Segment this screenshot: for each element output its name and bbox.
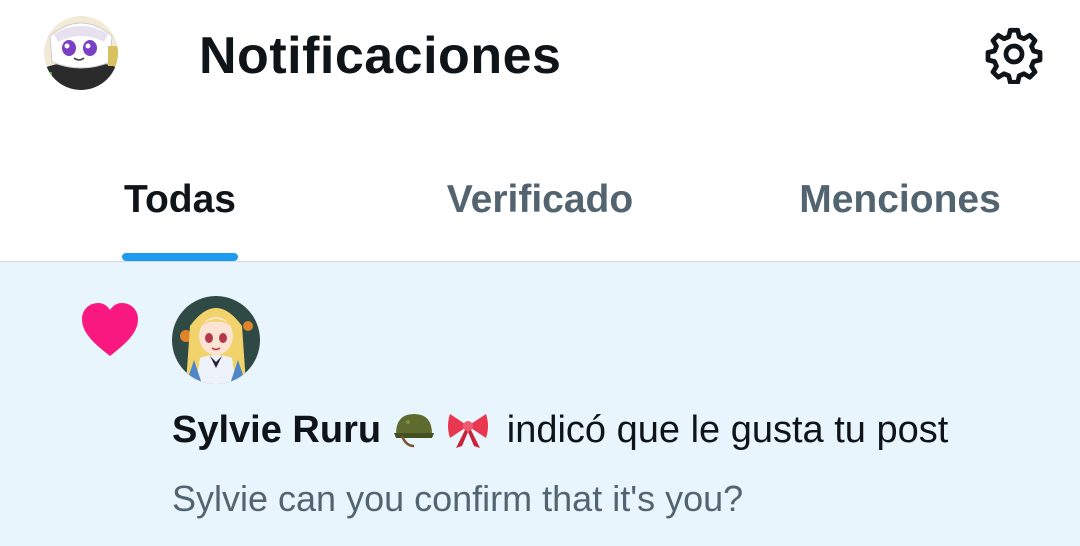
- header: Notificaciones: [0, 0, 1080, 112]
- post-preview-text: Sylvie can you confirm that it's you?: [172, 478, 744, 519]
- heart-icon: [80, 302, 140, 358]
- military-helmet-emoji: [393, 414, 434, 448]
- notification-item[interactable]: Sylvie Ruru indicó que le gusta tu post …: [0, 262, 1080, 546]
- tab-label: Menciones: [799, 178, 1001, 221]
- user-avatar[interactable]: [172, 296, 260, 384]
- active-tab-indicator: [122, 253, 238, 261]
- tab-bar: Todas Verificado Menciones: [0, 140, 1080, 261]
- ribbon-emoji: [448, 414, 489, 448]
- tab-verificado[interactable]: Verificado: [360, 140, 720, 261]
- tab-menciones[interactable]: Menciones: [720, 140, 1080, 261]
- user-name[interactable]: Sylvie Ruru: [172, 409, 381, 451]
- gear-icon: [985, 27, 1043, 84]
- user-avatar-image: [172, 296, 260, 384]
- profile-avatar[interactable]: [44, 16, 118, 90]
- notifications-screen: Notificaciones Todas Verificado Mencione…: [0, 0, 1080, 546]
- tab-label: Todas: [124, 178, 236, 221]
- tab-label: Verificado: [446, 178, 634, 221]
- profile-avatar-image: [44, 16, 118, 90]
- notification-action-text: indicó que le gusta tu post: [506, 409, 949, 451]
- settings-button[interactable]: [982, 22, 1046, 86]
- page-title: Notificaciones: [199, 27, 562, 85]
- notification-text: Sylvie Ruru indicó que le gusta tu post: [172, 406, 948, 454]
- tab-todas[interactable]: Todas: [0, 140, 360, 261]
